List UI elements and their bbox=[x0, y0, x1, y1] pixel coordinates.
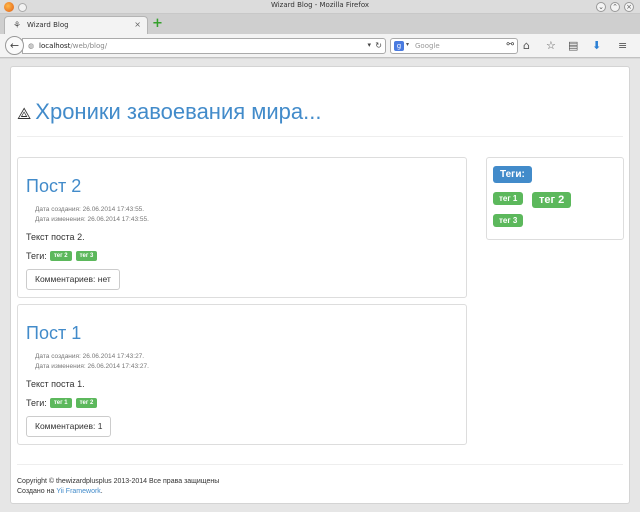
tag-cloud-header: Теги: bbox=[493, 166, 532, 183]
url-bar[interactable]: ◍ localhost/web/blog/ ▾ ↻ bbox=[22, 38, 386, 54]
post-meta: Дата создания: 26.06.2014 17:43:27. Дата… bbox=[35, 352, 149, 372]
menu-icon[interactable]: ≡ bbox=[618, 39, 627, 52]
post-card: Пост 2 Дата создания: 26.06.2014 17:43:5… bbox=[17, 157, 467, 298]
wizard-hat-logo-icon: ⟁ bbox=[17, 106, 32, 123]
post-tags-label: Теги: bbox=[26, 398, 47, 408]
post-card: Пост 1 Дата создания: 26.06.2014 17:43:2… bbox=[17, 304, 467, 445]
url-host: localhost bbox=[39, 42, 71, 50]
binoculars-icon[interactable]: ⚯ bbox=[506, 40, 514, 50]
window-titlebar: Wizard Blog - Mozilla Firefox ⌄ ⌃ × bbox=[0, 0, 640, 14]
tag-cloud-item[interactable]: тег 2 bbox=[532, 192, 572, 208]
post-created: Дата создания: 26.06.2014 17:43:27. bbox=[35, 353, 145, 360]
search-placeholder: Google bbox=[415, 42, 440, 50]
page-viewport: ⟁ Хроники завоевания мира... Пост 2 Дата … bbox=[0, 59, 640, 512]
home-icon[interactable]: ⌂ bbox=[523, 39, 530, 52]
new-tab-button[interactable]: + bbox=[152, 17, 163, 31]
post-created: Дата создания: 26.06.2014 17:43:55. bbox=[35, 206, 145, 213]
post-tags: Теги: тег 2 тег 3 bbox=[26, 251, 101, 261]
site-title-text: Хроники завоевания мира... bbox=[35, 99, 322, 124]
favicon-icon: ⚘ bbox=[13, 21, 22, 31]
page-container: ⟁ Хроники завоевания мира... Пост 2 Дата … bbox=[10, 66, 630, 504]
search-bar[interactable]: g ▾ Google ⚯ bbox=[390, 38, 518, 54]
tab-close-icon[interactable]: × bbox=[134, 20, 141, 29]
url-path: /web/blog/ bbox=[70, 42, 108, 50]
tag-badge[interactable]: тег 3 bbox=[75, 251, 98, 261]
post-title[interactable]: Пост 2 bbox=[26, 176, 81, 197]
history-dropdown-icon[interactable]: ▾ bbox=[367, 41, 371, 49]
clipboard-icon[interactable]: ▤ bbox=[568, 39, 578, 52]
tag-badge[interactable]: тег 1 bbox=[49, 398, 72, 408]
post-title[interactable]: Пост 1 bbox=[26, 323, 81, 344]
back-arrow-icon: ← bbox=[9, 39, 20, 52]
url-text[interactable]: localhost/web/blog/ bbox=[39, 42, 107, 50]
footer-period: . bbox=[100, 488, 103, 495]
comments-button[interactable]: Комментариев: нет bbox=[26, 269, 120, 290]
site-title[interactable]: ⟁ Хроники завоевания мира... bbox=[17, 99, 322, 125]
minimize-button[interactable]: ⌄ bbox=[596, 2, 606, 12]
footer-credits: Создано на Yii Framework. bbox=[17, 487, 219, 497]
bookmark-star-icon[interactable]: ☆ bbox=[546, 39, 556, 52]
tag-badge[interactable]: тег 2 bbox=[75, 398, 98, 408]
tag-cloud-panel: Теги: тег 1 тег 2 тег 3 bbox=[486, 157, 624, 240]
globe-icon: ◍ bbox=[28, 42, 35, 50]
post-modified: Дата изменения: 26.06.2014 17:43:55. bbox=[35, 216, 149, 223]
yii-framework-link[interactable]: Yii Framework bbox=[56, 488, 100, 495]
window-title: Wizard Blog - Mozilla Firefox bbox=[270, 1, 370, 9]
tag-badge[interactable]: тег 2 bbox=[49, 251, 72, 261]
footer: Copyright © thewizardplusplus 2013-2014 … bbox=[17, 477, 219, 497]
tab-wizard-blog[interactable]: ⚘ Wizard Blog × bbox=[4, 16, 148, 34]
footer-made-with: Создано на bbox=[17, 488, 55, 495]
post-tags-label: Теги: bbox=[26, 251, 47, 261]
google-engine-icon[interactable]: g bbox=[394, 41, 404, 51]
maximize-button[interactable]: ⌃ bbox=[610, 2, 620, 12]
footer-divider bbox=[17, 464, 623, 465]
comments-button[interactable]: Комментариев: 1 bbox=[26, 416, 112, 437]
back-button[interactable]: ← bbox=[5, 36, 24, 55]
tag-cloud-item[interactable]: тег 3 bbox=[493, 214, 524, 227]
tab-strip: ⚘ Wizard Blog × + bbox=[0, 14, 640, 34]
post-text: Текст поста 1. bbox=[26, 379, 85, 389]
navigation-toolbar: ◍ localhost/web/blog/ ▾ ↻ ← g ▾ Google ⚯… bbox=[0, 34, 640, 58]
tab-label: Wizard Blog bbox=[27, 21, 69, 29]
footer-copyright: Copyright © thewizardplusplus 2013-2014 … bbox=[17, 478, 220, 485]
engine-dropdown-icon[interactable]: ▾ bbox=[406, 41, 409, 48]
post-modified: Дата изменения: 26.06.2014 17:43:27. bbox=[35, 363, 149, 370]
tag-cloud-item[interactable]: тег 1 bbox=[493, 192, 524, 205]
reload-icon[interactable]: ↻ bbox=[375, 41, 382, 50]
post-meta: Дата создания: 26.06.2014 17:43:55. Дата… bbox=[35, 205, 149, 225]
post-tags: Теги: тег 1 тег 2 bbox=[26, 398, 101, 408]
post-text: Текст поста 2. bbox=[26, 232, 85, 242]
close-window-button[interactable]: × bbox=[624, 2, 634, 12]
download-icon[interactable]: ⬇ bbox=[592, 39, 601, 52]
header-divider bbox=[17, 136, 623, 137]
